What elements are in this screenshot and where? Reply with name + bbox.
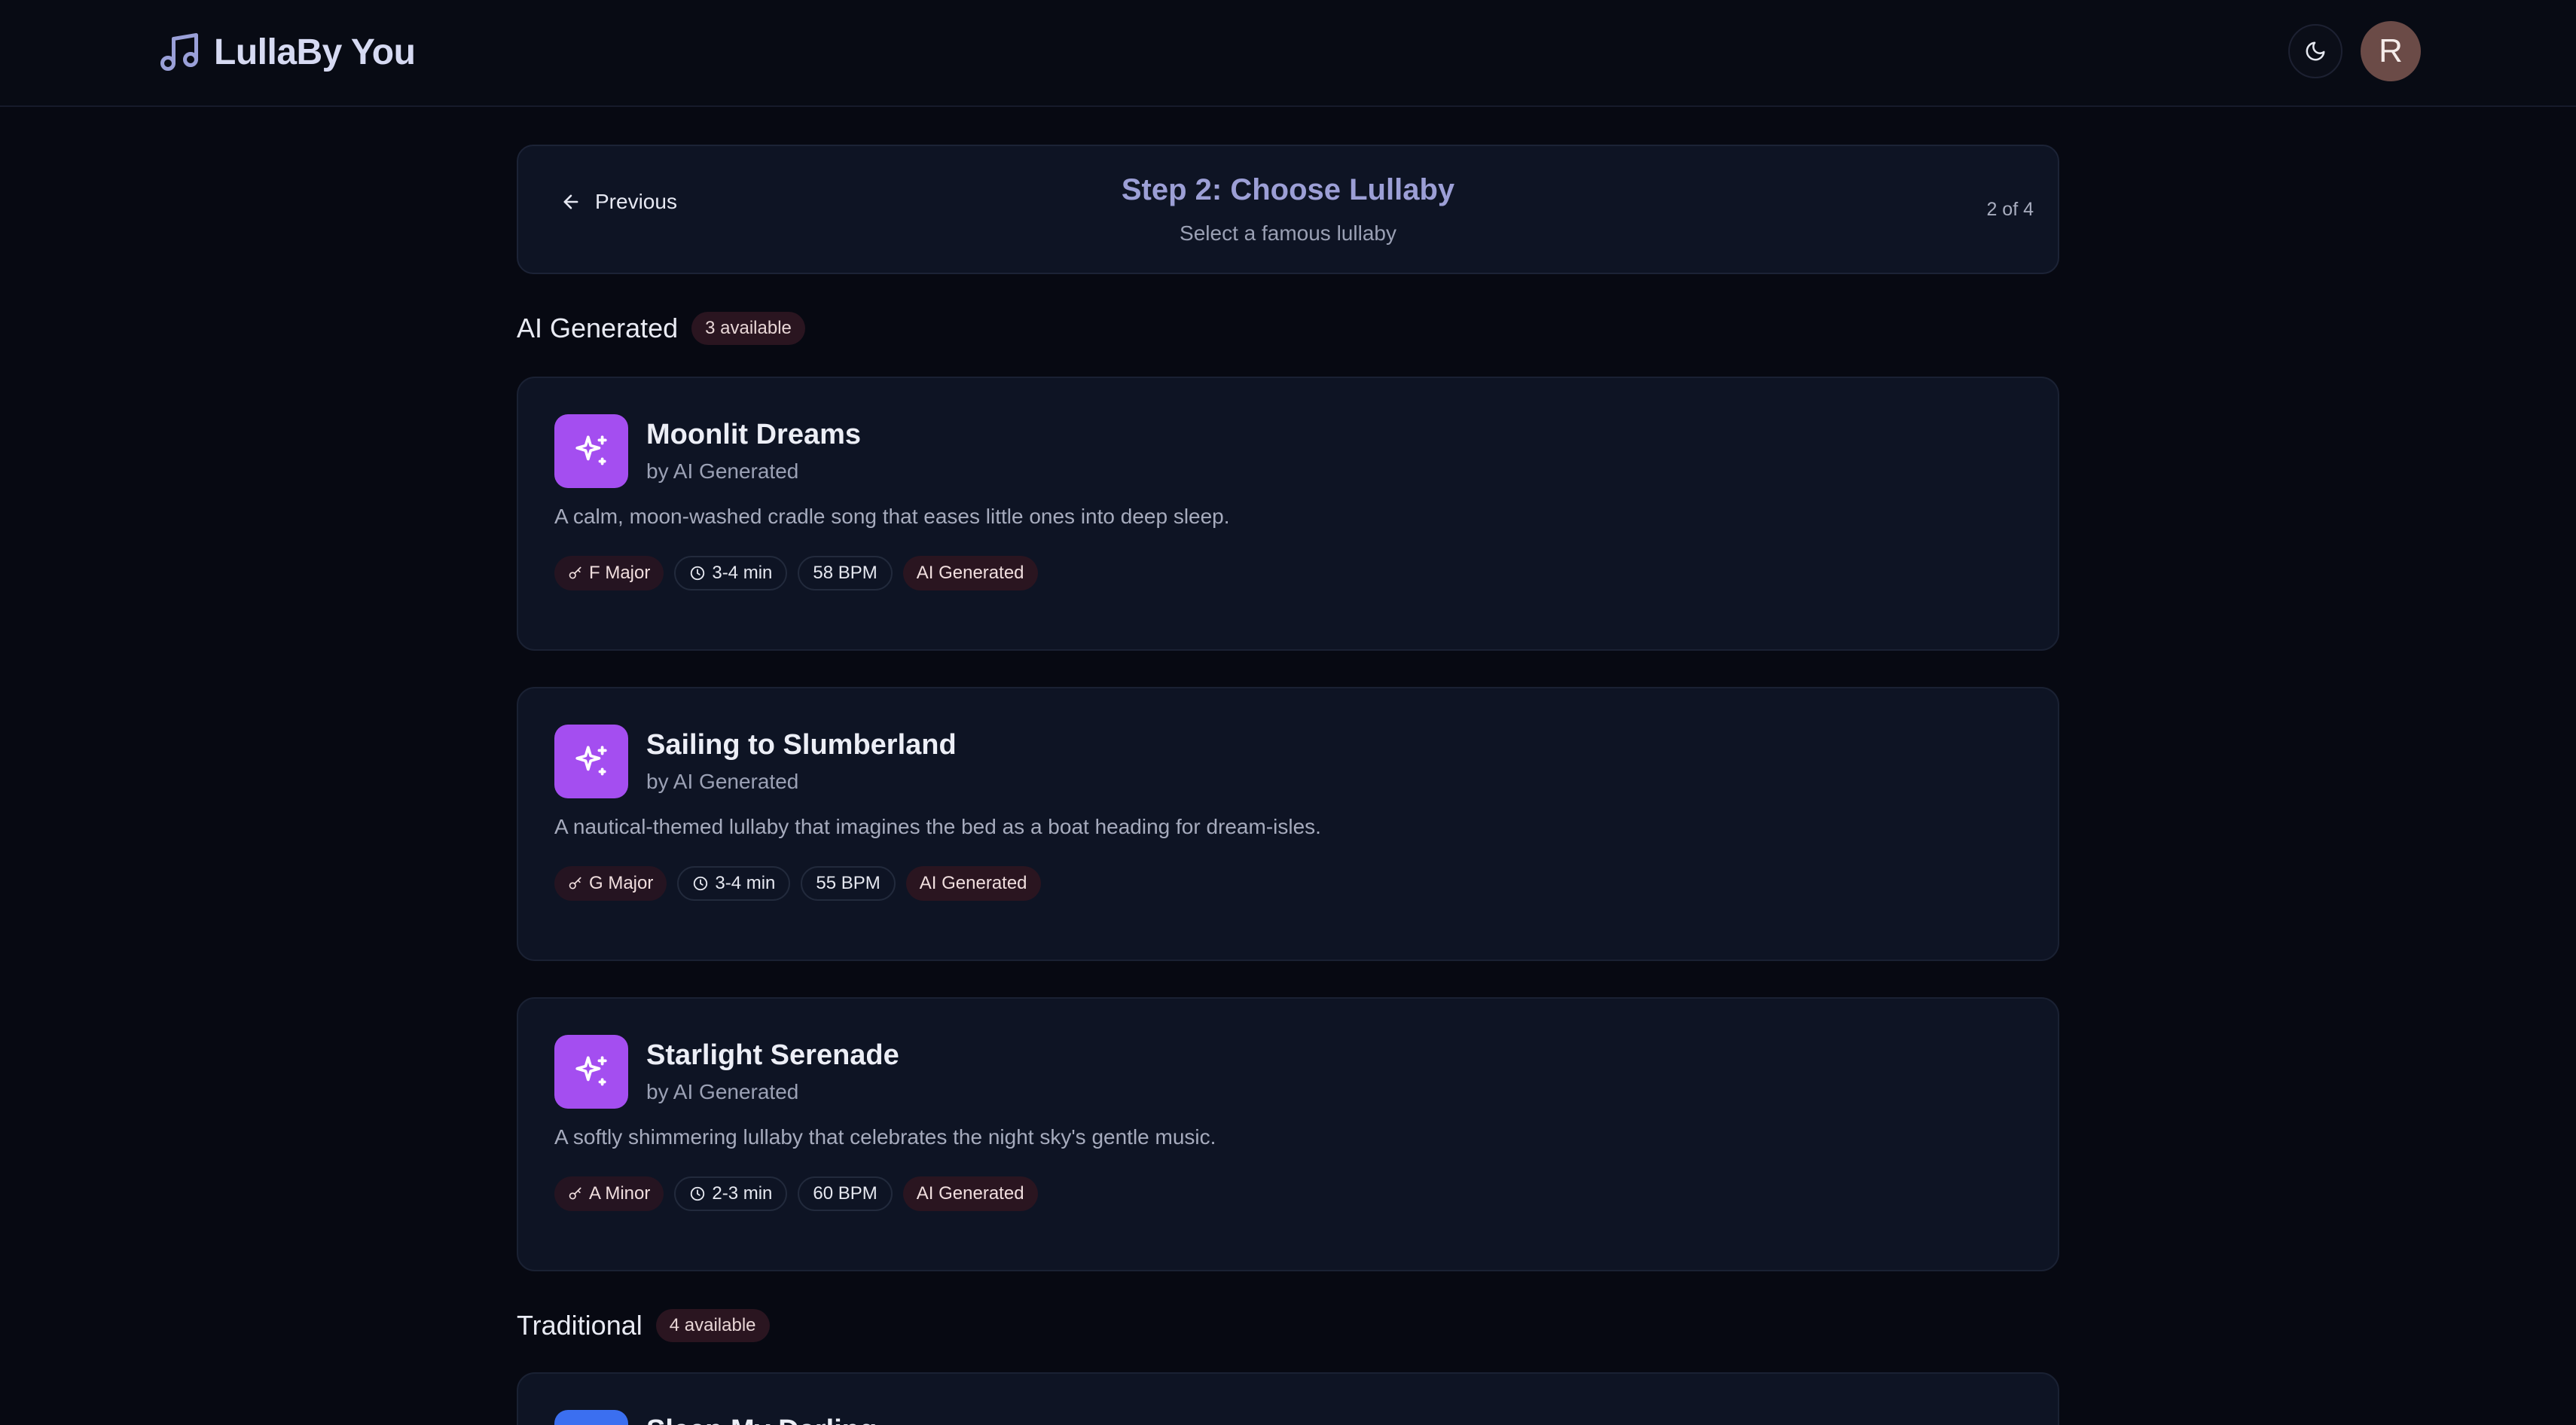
clock-icon [691,1186,705,1201]
section-header-ai-generated: AI Generated 3 available [517,312,805,345]
key-icon [569,877,581,889]
key-tag: G Major [554,866,667,901]
category-tag: AI Generated [905,866,1041,901]
key-tag: F Major [554,556,664,590]
availability-badge: 3 available [691,312,805,345]
category-tag: AI Generated [902,556,1038,590]
lullaby-card-sleep-my-darling[interactable]: Sleep My Darling [517,1372,2059,1425]
step-panel: Previous Step 2: Choose Lullaby Select a… [517,145,2059,274]
key-icon [569,1187,581,1200]
brand-name: LullaBy You [214,32,416,72]
card-title: Starlight Serenade [646,1039,899,1071]
card-author: by AI Generated [646,1080,799,1103]
section-title: Traditional [517,1310,642,1341]
card-description: A softly shimmering lullaby that celebra… [554,1125,1216,1149]
sparkles-icon [554,725,628,798]
step-counter: 2 of 4 [1986,199,2034,220]
card-tags: G Major 3-4 min 55 BPM AI Generated [554,866,1041,901]
user-avatar[interactable]: R [2361,21,2421,81]
step-title: Step 2: Choose Lullaby [1121,173,1455,206]
card-title: Sailing to Slumberland [646,729,957,761]
availability-badge: 4 available [655,1309,770,1342]
key-tag: A Minor [554,1176,664,1211]
clock-icon [694,876,708,891]
card-author: by AI Generated [646,459,799,483]
card-title: Sleep My Darling [646,1414,877,1425]
tempo-tag: 58 BPM [798,556,893,590]
key-icon [569,566,581,579]
card-tags: F Major 3-4 min 58 BPM AI Generated [554,556,1038,590]
duration-tag: 2-3 min [674,1176,788,1211]
clock-icon [691,566,705,581]
card-description: A calm, moon-washed cradle song that eas… [554,505,1230,528]
tempo-tag: 60 BPM [798,1176,893,1211]
tempo-tag: 55 BPM [801,866,896,901]
duration-tag: 3-4 min [677,866,791,901]
section-title: AI Generated [517,313,679,343]
sparkles-icon [554,414,628,488]
card-title: Moonlit Dreams [646,419,862,450]
duration-tag: 3-4 min [674,556,788,590]
section-header-traditional: Traditional 4 available [517,1309,770,1342]
moon-icon [2306,41,2325,61]
brand[interactable]: LullaBy You [157,29,416,75]
theme-toggle-button[interactable] [2288,24,2343,78]
step-subtitle: Select a famous lullaby [1180,221,1396,245]
avatar-initial: R [2379,32,2403,69]
card-tags: A Minor 2-3 min 60 BPM AI Generated [554,1176,1038,1211]
lullaby-card-sailing-to-slumberland[interactable]: Sailing to Slumberland by AI Generated A… [517,687,2059,961]
music-note-icon [160,33,198,71]
card-author: by AI Generated [646,770,799,793]
card-description: A nautical-themed lullaby that imagines … [554,815,1321,838]
music-icon [554,1410,628,1425]
lullaby-card-moonlit-dreams[interactable]: Moonlit Dreams by AI Generated A calm, m… [517,377,2059,651]
lullaby-card-starlight-serenade[interactable]: Starlight Serenade by AI Generated A sof… [517,997,2059,1271]
category-tag: AI Generated [902,1176,1038,1211]
app-root: LullaBy You R Previous Step 2: Choose Lu… [0,0,2576,1425]
sparkles-icon [554,1035,628,1109]
top-header: LullaBy You R [0,0,2576,107]
